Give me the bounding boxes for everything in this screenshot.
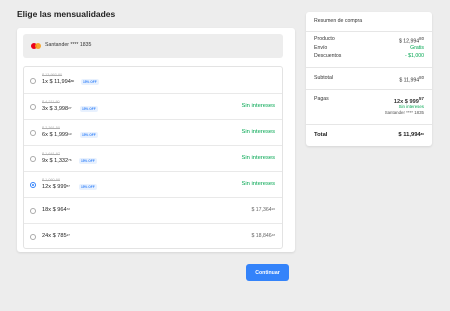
installment-radio[interactable]: [30, 156, 36, 162]
discount-badge: 15% OFF: [79, 158, 97, 164]
installment-option[interactable]: $ 1,641.97 9x $ 1,33276 15% OFF Sin interes…: [24, 146, 282, 172]
installment-option[interactable]: 24x $ 78527 $ 18,84648: [24, 224, 282, 248]
installment-total: $ 17,36496: [251, 207, 275, 213]
total-value: $ 11,99480: [398, 132, 424, 138]
original-price: $ 13,993.80: [42, 73, 63, 77]
payment-card-label: Santander **** 1835: [45, 42, 92, 48]
installment-price: 12x $ 99957: [42, 184, 70, 190]
discount-badge: 15% OFF: [80, 106, 98, 112]
discounts-label: Descuentos: [314, 53, 342, 59]
shipping-value: Gratis: [410, 45, 424, 51]
installment-radio[interactable]: [30, 130, 36, 136]
total-label: Total: [314, 132, 328, 138]
installment-price: 9x $ 1,33276: [42, 158, 72, 164]
discount-badge: 15% OFF: [79, 184, 97, 190]
subtotal-label: Subtotal: [314, 75, 334, 81]
discount-badge: 15% OFF: [81, 79, 99, 85]
installment-options-list: $ 13,993.80 1x $ 11,99480 15% OFF $ 4,211.8…: [23, 66, 283, 249]
summary-divider: [306, 124, 432, 125]
mastercard-icon: [31, 43, 41, 49]
summary-divider: [306, 89, 432, 90]
installment-option[interactable]: 18x $ 96472 $ 17,36496: [24, 198, 282, 224]
installment-total: $ 18,84648: [251, 233, 275, 239]
no-interest-label: Sin intereses: [241, 155, 275, 161]
original-price: $ 2,361.50: [42, 126, 60, 130]
original-price: $ 1,641.97: [42, 152, 60, 156]
discount-badge: 15% OFF: [80, 132, 98, 138]
installment-price: 6x $ 1,99913: [42, 132, 72, 138]
summary-title: Resumen de compra: [314, 18, 363, 24]
payment-card-selector[interactable]: Santander **** 1835: [23, 34, 283, 58]
installment-option[interactable]: $ 13,993.80 1x $ 11,99480 15% OFF: [24, 67, 282, 94]
continue-button[interactable]: Continuar: [246, 264, 289, 281]
installment-price: 1x $ 11,99480: [42, 79, 75, 85]
installment-radio[interactable]: [30, 208, 36, 214]
product-value: $ 12,99480: [398, 36, 424, 45]
installment-price: 18x $ 96472: [42, 207, 70, 213]
pay-card: Santander **** 1835: [384, 110, 424, 115]
summary-divider: [306, 67, 432, 68]
shipping-label: Envío: [314, 45, 328, 51]
discounts-value: - $1,000: [404, 53, 424, 59]
installment-option[interactable]: $ 1,060.98 12x $ 99957 15% OFF Sin interese…: [24, 172, 282, 198]
summary-header: Resumen de compra: [306, 12, 432, 32]
original-price: $ 4,211.80: [42, 100, 60, 104]
subtotal-value: $ 11,99480: [399, 75, 424, 84]
installment-radio[interactable]: [30, 104, 36, 110]
installment-price: 24x $ 78527: [42, 233, 70, 239]
no-interest-label: Sin intereses: [241, 103, 275, 109]
no-interest-label: Sin intereses: [241, 129, 275, 135]
installment-radio[interactable]: [30, 77, 36, 84]
purchase-summary: Resumen de compra Producto $ 12,99480 En…: [306, 12, 432, 146]
installment-radio[interactable]: [30, 182, 36, 188]
original-price: $ 1,060.98: [42, 178, 60, 182]
no-interest-label: Sin intereses: [241, 181, 275, 187]
installment-price: 3x $ 3,99827: [42, 106, 72, 112]
installment-option[interactable]: $ 4,211.80 3x $ 3,99827 15% OFF Sin interes…: [24, 94, 282, 120]
installment-radio[interactable]: [30, 234, 36, 240]
pay-interest: Sin intereses: [398, 104, 424, 109]
pay-label: Pagas: [314, 96, 329, 102]
installment-option[interactable]: $ 2,361.50 6x $ 1,99913 15% OFF Sin interes…: [24, 120, 282, 146]
page-title: Elige las mensualidades: [17, 9, 116, 19]
product-label: Producto: [314, 36, 335, 42]
